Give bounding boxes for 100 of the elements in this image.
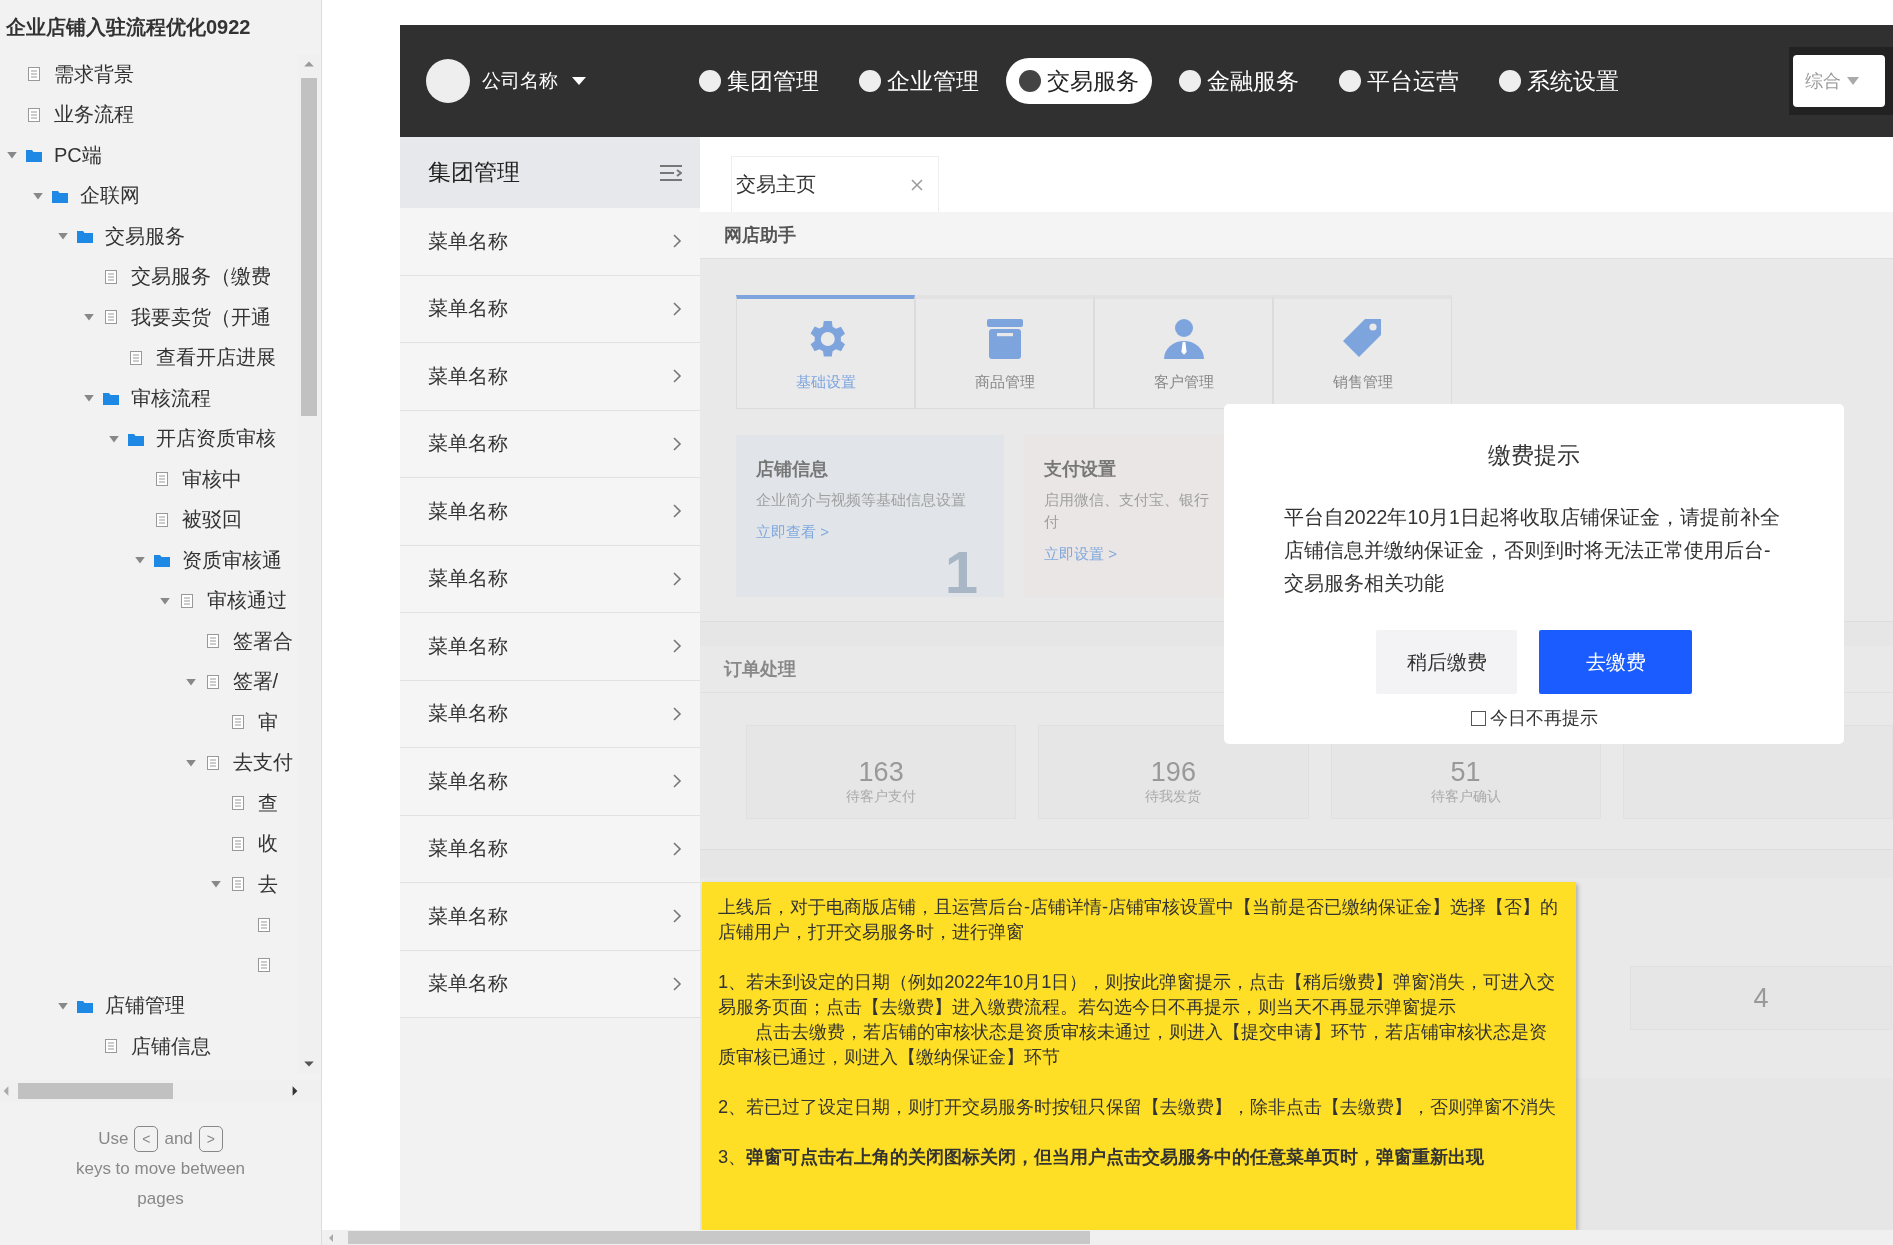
close-icon[interactable] bbox=[910, 177, 924, 192]
dialog-message: 平台自2022年10月1日起将收取店铺保证金，请提前补全店铺信息并缴纳保证金，否则到时将无法正常使用后台-交易服务相关功能 bbox=[1284, 505, 1781, 596]
page-icon bbox=[230, 876, 246, 893]
tree-item[interactable]: 审核流程 bbox=[130, 384, 211, 412]
menu-title: 集团管理 bbox=[428, 158, 520, 187]
page-icon bbox=[230, 714, 246, 731]
note-paragraph: 2、若已过了设定日期，则打开交易服务时按钮只保留【去缴费】，除非点击【去缴费】，否则弹窗不消失 bbox=[718, 1095, 1558, 1119]
tree-item[interactable]: 审核通过 bbox=[207, 587, 287, 615]
page-icon bbox=[204, 754, 221, 771]
chevron-right-icon bbox=[672, 705, 682, 722]
caret-icon bbox=[1847, 77, 1859, 85]
chevron-right-icon bbox=[672, 570, 682, 587]
stat-value: 51 bbox=[1450, 757, 1481, 788]
tree-item[interactable]: 交易服务（缴费 bbox=[130, 263, 271, 291]
chevron-right-icon bbox=[672, 773, 682, 790]
scroll-thumb[interactable] bbox=[301, 78, 317, 416]
tree-item[interactable]: 资质审核通 bbox=[181, 546, 282, 574]
tree-item[interactable]: 企联网 bbox=[79, 182, 140, 210]
page-icon bbox=[26, 106, 42, 123]
tree-item[interactable]: 店铺管理 bbox=[105, 992, 185, 1020]
chevron-right-icon bbox=[672, 908, 682, 925]
tree-item[interactable]: 审 bbox=[258, 708, 278, 736]
tree-item[interactable]: 开店资质审核 bbox=[156, 425, 276, 453]
hint-text: and bbox=[164, 1128, 193, 1150]
document-title: 企业店铺入驻流程优化0922 bbox=[5, 14, 252, 40]
hint-text: keys to move between pages bbox=[75, 1158, 246, 1210]
page-icon bbox=[204, 633, 221, 650]
tree-item[interactable]: 我要卖货（开通 bbox=[130, 303, 271, 331]
stat-label: 待客户确认 bbox=[1430, 788, 1501, 806]
page-icon bbox=[153, 471, 170, 488]
nav-tab[interactable]: 集团管理 bbox=[686, 58, 832, 104]
tree-item[interactable]: 审核中 bbox=[181, 465, 242, 493]
page-icon bbox=[179, 592, 195, 609]
tree-item[interactable]: 需求背景 bbox=[54, 60, 134, 88]
folder-icon bbox=[77, 228, 93, 245]
horizontal-scrollbar[interactable] bbox=[322, 1230, 1893, 1245]
chevron-right-icon bbox=[672, 503, 682, 520]
page-icon bbox=[255, 916, 272, 933]
note-paragraph: 点击去缴费，若店铺的审核状态是资质审核未通过，则进入【提交申请】环节，若店铺审核状态是资质审核已通过，则进入【缴纳保证金】环节 bbox=[718, 1020, 1548, 1069]
chevron-right-icon bbox=[672, 975, 682, 992]
pay-later-button[interactable]: 稍后缴费 bbox=[1376, 630, 1517, 694]
nav-tab[interactable]: 企业管理 bbox=[846, 58, 992, 104]
stat-label: 待我发货 bbox=[1145, 788, 1202, 806]
section-title: 网店助手 bbox=[724, 224, 796, 247]
menu-icon[interactable] bbox=[660, 164, 682, 181]
tree-item[interactable]: 签署合 bbox=[232, 627, 293, 655]
section-title: 订单处理 bbox=[724, 658, 796, 681]
page-icon bbox=[255, 957, 272, 974]
stat-label: 待客户支付 bbox=[846, 788, 917, 806]
pay-now-button[interactable]: 去缴费 bbox=[1539, 630, 1692, 694]
tree-item[interactable]: 收 bbox=[258, 830, 278, 858]
caret-icon[interactable] bbox=[572, 76, 586, 86]
page-icon bbox=[102, 268, 119, 285]
page-icon bbox=[102, 1038, 119, 1055]
tree-item[interactable]: PC端 bbox=[54, 141, 102, 169]
tree-item[interactable]: 去 bbox=[258, 870, 278, 898]
note-paragraph: 1、若未到设定的日期（例如2022年10月1日），则按此弹窗提示，点击【稍后缴费】弹窗消失，可进入交易服务页面；点击【去缴费】进入缴费流程。若勾选今日不再提示，则当天不再显示弹窗提示 bbox=[718, 970, 1557, 1019]
scroll-thumb[interactable] bbox=[348, 1231, 1090, 1244]
tree-item[interactable]: 业务流程 bbox=[54, 101, 134, 129]
nav-tab[interactable]: 系统设置 bbox=[1486, 58, 1632, 104]
page-icon bbox=[128, 349, 144, 366]
tree-item[interactable]: 被驳回 bbox=[181, 506, 242, 534]
card-description: 付 bbox=[1044, 512, 1059, 532]
chevron-right-icon bbox=[672, 233, 682, 250]
card-description: 启用微信、支付宝、银行 bbox=[1044, 490, 1209, 510]
page-icon bbox=[102, 309, 119, 326]
nav-tab[interactable]: 金融服务 bbox=[1166, 58, 1312, 104]
page-icon bbox=[230, 835, 246, 852]
scroll-thumb[interactable] bbox=[18, 1083, 173, 1099]
avatar[interactable] bbox=[426, 59, 470, 103]
nav-tab[interactable]: 交易服务 bbox=[1006, 58, 1152, 104]
chevron-right-icon bbox=[672, 435, 682, 452]
chevron-right-icon bbox=[672, 638, 682, 655]
tree-item[interactable]: 交易服务 bbox=[105, 222, 185, 250]
card-title: 店铺信息 bbox=[756, 458, 829, 481]
nav-tab[interactable]: 平台运营 bbox=[1326, 58, 1472, 104]
tree-item[interactable]: 查 bbox=[258, 789, 278, 817]
page-tab[interactable]: 交易主页 bbox=[731, 156, 939, 212]
dialog-title: 缴费提示 bbox=[1488, 441, 1580, 470]
page-icon bbox=[230, 795, 246, 812]
company-name[interactable]: 公司名称 bbox=[482, 68, 558, 94]
page-icon bbox=[204, 673, 221, 690]
note-paragraph: 3、弹窗可点击右上角的关闭图标关闭，但当用户点击交易服务中的任意菜单页时，弹窗重新出现 bbox=[718, 1145, 1486, 1169]
checkbox[interactable] bbox=[1470, 710, 1486, 726]
previous-key: < bbox=[134, 1126, 159, 1152]
folder-icon bbox=[102, 390, 119, 407]
tree-item[interactable]: 店铺信息 bbox=[130, 1032, 211, 1060]
hint-text: Use bbox=[98, 1128, 129, 1150]
page-icon bbox=[153, 511, 170, 528]
folder-icon bbox=[26, 147, 42, 164]
tree-item[interactable]: 去支付 bbox=[232, 749, 293, 777]
tree-item[interactable]: 签署/ bbox=[232, 668, 279, 696]
chevron-right-icon bbox=[672, 368, 682, 385]
folder-icon bbox=[153, 552, 170, 569]
chevron-right-icon bbox=[672, 300, 682, 317]
card-description: 企业简介与视频等基础信息设置 bbox=[756, 490, 966, 510]
stat-value: 196 bbox=[1150, 757, 1196, 788]
card-title: 支付设置 bbox=[1044, 458, 1117, 481]
tree-item[interactable]: 查看开店进展 bbox=[156, 344, 276, 372]
page-icon bbox=[26, 66, 42, 83]
